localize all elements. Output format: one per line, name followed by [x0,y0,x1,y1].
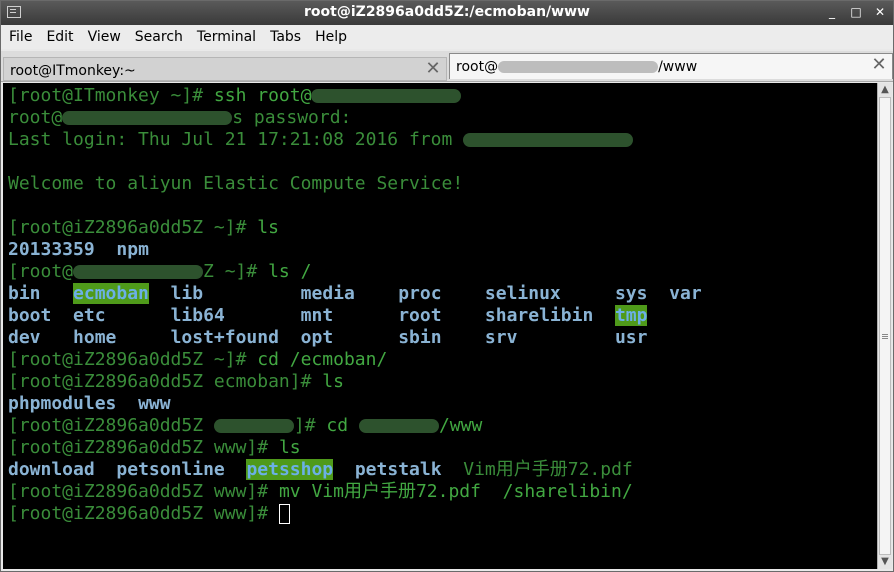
menu-file[interactable]: File [3,29,38,45]
terminal-text: [root@ITmonkey ~]# ssh root@ root@ s pass… [8,85,702,524]
tab-remote-www[interactable]: root@/www ✕ [449,53,893,79]
menu-search[interactable]: Search [129,29,189,45]
redacted-path [213,419,294,433]
redacted-path [358,419,439,433]
terminal-window: root@iZ2896a0dd5Z:/ecmoban/www _ □ ✕ Fil… [0,0,894,572]
redacted-ip [463,133,634,147]
tab-label: root@ITmonkey:~ [10,63,136,79]
menu-bar: File Edit View Search Terminal Tabs Help [1,25,893,49]
terminal-output[interactable]: [root@ITmonkey ~]# ssh root@ root@ s pass… [3,83,877,569]
menu-help[interactable]: Help [309,29,353,45]
redacted-host [311,89,462,103]
menu-tabs[interactable]: Tabs [264,29,307,45]
scroll-down-icon[interactable]: ▼ [880,557,890,567]
scroll-up-icon[interactable]: ▲ [880,85,890,95]
tab-close-icon[interactable]: ✕ [870,56,888,74]
title-bar[interactable]: root@iZ2896a0dd5Z:/ecmoban/www _ □ ✕ [1,1,893,25]
tab-close-icon[interactable]: ✕ [424,60,442,78]
tab-itmonkey[interactable]: root@ITmonkey:~ ✕ [3,57,447,81]
redacted-host [62,111,233,125]
text-cursor [278,504,290,524]
tab-label: root@/www [456,59,698,75]
minimize-button[interactable]: _ [825,5,839,19]
redacted-host [498,61,659,73]
menu-view[interactable]: View [82,29,127,45]
close-button[interactable]: ✕ [873,5,887,19]
menu-terminal[interactable]: Terminal [191,29,262,45]
tab-bar: root@ITmonkey:~ ✕ root@/www ✕ [1,51,893,82]
scrollbar-thumb[interactable] [879,97,891,555]
maximize-button[interactable]: □ [849,5,863,19]
window-title: root@iZ2896a0dd5Z:/ecmoban/www [304,4,590,20]
redacted-host [73,265,204,279]
menu-edit[interactable]: Edit [40,29,79,45]
vertical-scrollbar[interactable]: ▲ ▼ [877,83,892,569]
